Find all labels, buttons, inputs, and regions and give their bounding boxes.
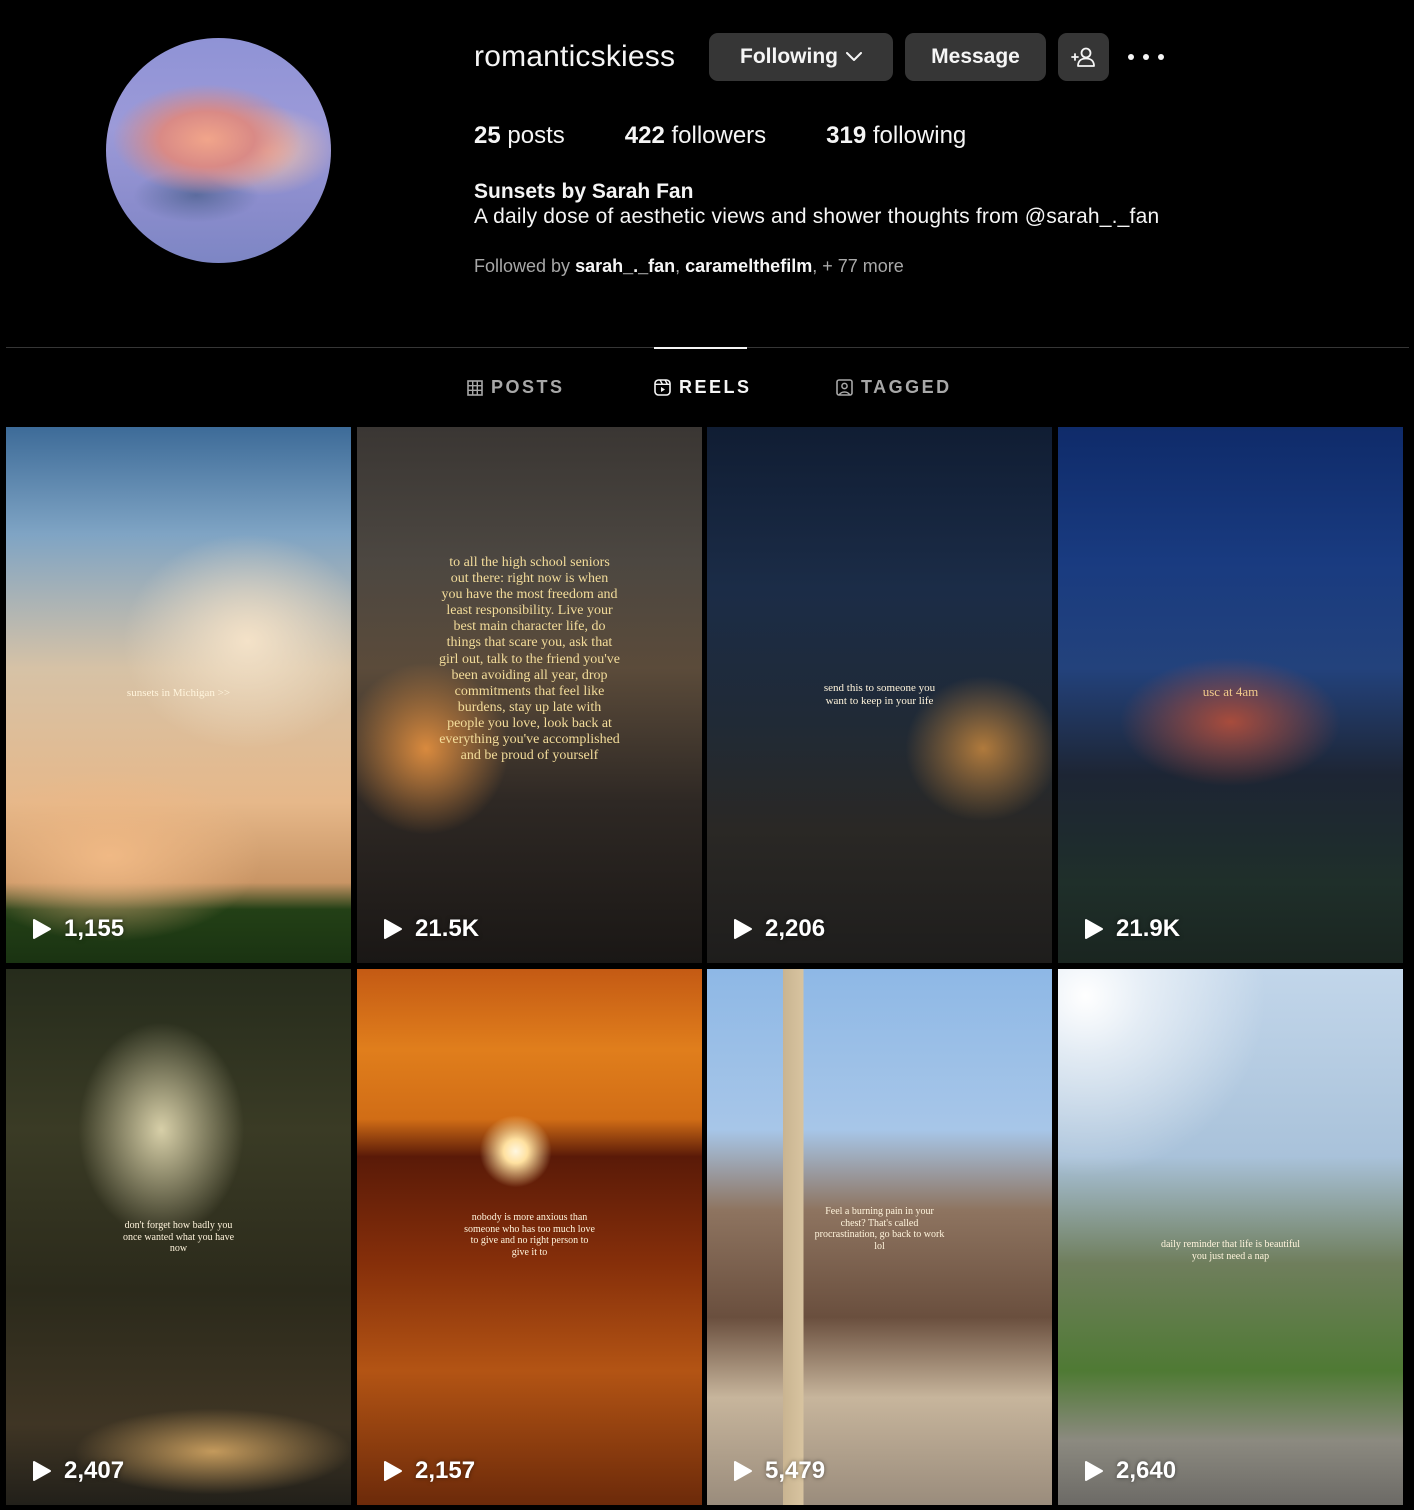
reel-tile[interactable]: nobody is more anxious than someone who …: [357, 969, 702, 1505]
following-count-label: following: [872, 122, 967, 149]
profile-avatar[interactable]: [106, 38, 331, 263]
followers-count[interactable]: 422 followers: [625, 122, 766, 150]
message-button[interactable]: Message: [905, 33, 1046, 81]
play-icon: [384, 919, 402, 939]
reel-caption: usc at 4am: [1202, 684, 1259, 699]
reel-view-count-value: 2,157: [415, 1457, 476, 1484]
followers-count-label: followers: [671, 122, 767, 149]
suggested-users-button[interactable]: [1058, 33, 1109, 81]
followed-by-prefix: Followed by: [474, 256, 571, 276]
tagged-icon: [836, 379, 853, 396]
play-icon: [734, 919, 752, 939]
reel-tile[interactable]: send this to someone you want to keep in…: [707, 427, 1052, 963]
reel-tile[interactable]: to all the high school seniors out there…: [357, 427, 702, 963]
followed-by-more[interactable]: + 77 more: [822, 256, 904, 276]
reel-view-count: 2,157: [383, 1457, 475, 1485]
posts-count-label: posts: [507, 122, 565, 149]
reel-tile[interactable]: usc at 4am 21.9K: [1058, 427, 1403, 963]
following-button-label: Following: [740, 45, 838, 68]
following-button[interactable]: Following: [709, 33, 893, 81]
reel-caption: Feel a burning pain in your chest? That'…: [814, 1206, 945, 1252]
profile-bio: A daily dose of aesthetic views and show…: [474, 205, 1160, 228]
posts-count[interactable]: 25 posts: [474, 122, 565, 150]
tab-posts[interactable]: POSTS: [467, 377, 565, 398]
reels-icon: [654, 379, 671, 396]
reel-view-count: 21.9K: [1084, 915, 1180, 943]
tab-tagged[interactable]: TAGGED: [836, 377, 952, 398]
reel-view-count-value: 21.9K: [1116, 915, 1181, 942]
reel-tile[interactable]: daily reminder that life is beautiful yo…: [1058, 969, 1403, 1505]
profile-stats: 25 posts 422 followers 319 following: [474, 122, 1026, 150]
grid-icon: [467, 379, 483, 396]
more-options-icon[interactable]: [1128, 44, 1164, 70]
chevron-down-icon: [845, 52, 862, 61]
followed-by-user[interactable]: sarah_._fan: [575, 256, 675, 276]
play-icon: [33, 1461, 51, 1481]
active-tab-indicator: [654, 347, 747, 349]
play-icon: [384, 1461, 402, 1481]
reel-tile[interactable]: sunsets in Michigan >> 1,155: [6, 427, 351, 963]
play-icon: [734, 1461, 752, 1481]
reel-caption: sunsets in Michigan >>: [126, 687, 231, 699]
play-icon: [33, 919, 51, 939]
add-user-icon: [1070, 47, 1095, 67]
posts-count-value: 25: [474, 122, 501, 149]
message-button-label: Message: [931, 45, 1020, 68]
reel-tile[interactable]: Feel a burning pain in your chest? That'…: [707, 969, 1052, 1505]
reel-view-count: 2,640: [1084, 1457, 1176, 1485]
profile-full-name: Sunsets by Sarah Fan: [474, 180, 694, 203]
reel-view-count: 5,479: [733, 1457, 825, 1485]
reel-view-count: 21.5K: [383, 915, 479, 943]
reel-view-count-value: 1,155: [64, 915, 125, 942]
play-icon: [1085, 1461, 1103, 1481]
reel-caption: to all the high school seniors out there…: [439, 555, 620, 764]
tab-reels-label: REELS: [679, 377, 752, 397]
tab-tagged-label: TAGGED: [861, 377, 952, 397]
followers-count-value: 422: [624, 122, 665, 149]
followed-by-user[interactable]: caramelthefilm: [685, 256, 812, 276]
reel-view-count: 2,206: [733, 915, 825, 943]
reel-view-count-value: 2,206: [765, 915, 826, 942]
reel-view-count-value: 21.5K: [415, 915, 480, 942]
reel-caption: don't forget how badly you once wanted w…: [122, 1220, 235, 1254]
tab-reels[interactable]: REELS: [654, 377, 752, 398]
profile-username: romanticskiess: [474, 40, 676, 73]
followed-by[interactable]: Followed by sarah_._fan, caramelthefilm,…: [474, 256, 904, 277]
reel-view-count-value: 5,479: [765, 1457, 826, 1484]
reel-caption: send this to someone you want to keep in…: [823, 682, 936, 707]
tab-posts-label: POSTS: [491, 377, 565, 397]
play-icon: [1085, 919, 1103, 939]
following-count-value: 319: [826, 122, 867, 149]
reel-view-count: 1,155: [32, 915, 124, 943]
reel-tile[interactable]: don't forget how badly you once wanted w…: [6, 969, 351, 1505]
reel-caption: nobody is more anxious than someone who …: [464, 1212, 595, 1258]
reel-caption: daily reminder that life is beautiful yo…: [1160, 1239, 1301, 1262]
reel-view-count: 2,407: [32, 1457, 124, 1485]
reel-view-count-value: 2,640: [1116, 1457, 1177, 1484]
following-count[interactable]: 319 following: [826, 122, 966, 150]
reel-view-count-value: 2,407: [64, 1457, 125, 1484]
